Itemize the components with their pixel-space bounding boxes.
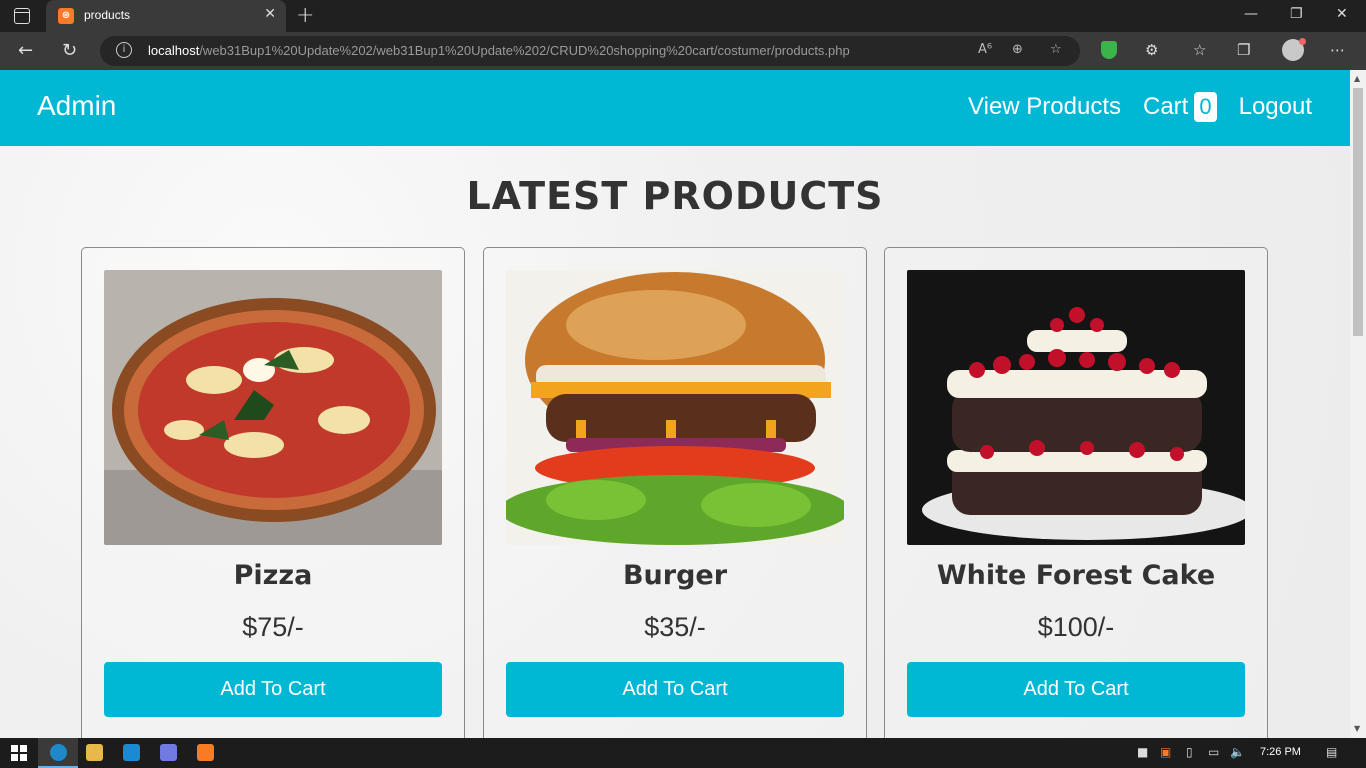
taskbar-xampp[interactable] <box>185 738 225 768</box>
zoom-icon[interactable]: ⊕ <box>1012 42 1023 57</box>
display-tray-icon[interactable]: ▭ <box>1208 745 1219 759</box>
folder-icon <box>86 744 103 761</box>
scroll-up-icon[interactable]: ▲ <box>1354 74 1360 83</box>
xampp-icon <box>197 744 214 761</box>
shield-extension-icon[interactable] <box>1101 41 1117 59</box>
add-to-cart-button[interactable]: Add To Cart <box>907 662 1245 717</box>
taskbar-clock[interactable]: 7:26 PM <box>1260 746 1301 758</box>
windows-start-icon[interactable] <box>11 745 27 761</box>
product-image-pizza <box>104 270 442 545</box>
site-info-icon[interactable]: i <box>116 42 132 58</box>
tab-actions-icon[interactable] <box>14 8 30 24</box>
product-price: $75/- <box>242 612 304 642</box>
back-icon[interactable]: ← <box>18 40 33 61</box>
address-bar[interactable]: i localhost/web31Bup1%20Update%202/web31… <box>100 36 1080 66</box>
close-window-icon[interactable]: ✕ <box>1336 6 1348 22</box>
product-price: $100/- <box>1037 612 1115 642</box>
more-menu-icon[interactable]: ⋯ <box>1330 41 1345 59</box>
notification-icon[interactable]: ▤ <box>1326 745 1337 759</box>
windows-taskbar: ■ ▣ ▯ ▭ 🔈 7:26 PM ▤ <box>0 738 1366 768</box>
taskbar-file-explorer[interactable] <box>74 738 114 768</box>
network-tray-icon[interactable]: ■ <box>1137 745 1148 759</box>
scroll-down-icon[interactable]: ▼ <box>1354 724 1360 733</box>
url-host: localhost <box>148 43 200 58</box>
cart-count-badge: 0 <box>1194 92 1217 122</box>
taskbar-app[interactable] <box>148 738 188 768</box>
product-image-white-forest-cake <box>907 270 1245 545</box>
product-card: Pizza $75/- Add To Cart <box>81 247 465 738</box>
page-title: LATEST PRODUCTS <box>466 174 884 218</box>
browser-tab-bar: ⊛ products ✕ + — ❐ ✕ <box>0 0 1366 32</box>
nav-cart-label: Cart <box>1143 93 1189 120</box>
product-image-burger <box>506 270 844 545</box>
site-header: Admin View Products Cart 0 Logout <box>0 70 1350 146</box>
xampp-favicon-icon: ⊛ <box>58 8 74 24</box>
product-card: Burger $35/- Add To Cart <box>483 247 867 738</box>
nav-logout[interactable]: Logout <box>1239 93 1312 121</box>
restore-icon[interactable]: ❐ <box>1290 6 1303 22</box>
refresh-icon[interactable]: ↻ <box>62 40 77 61</box>
product-price: $35/- <box>644 612 706 642</box>
close-tab-icon[interactable]: ✕ <box>264 6 276 22</box>
vscode-icon <box>123 744 140 761</box>
favorites-icon[interactable]: ☆ <box>1193 41 1206 59</box>
nav-view-products[interactable]: View Products <box>968 93 1121 121</box>
volume-icon[interactable]: 🔈 <box>1230 745 1245 759</box>
favorite-add-icon[interactable]: ☆ <box>1050 42 1062 57</box>
url-text[interactable]: localhost/web31Bup1%20Update%202/web31Bu… <box>148 43 850 58</box>
profile-avatar[interactable] <box>1282 38 1306 61</box>
usb-tray-icon[interactable]: ▯ <box>1186 745 1193 759</box>
add-to-cart-button[interactable]: Add To Cart <box>506 662 844 717</box>
site-logo[interactable]: Admin <box>37 90 116 122</box>
taskbar-vscode[interactable] <box>111 738 151 768</box>
url-path: /web31Bup1%20Update%202/web31Bup1%20Upda… <box>199 43 850 58</box>
scroll-thumb[interactable] <box>1353 88 1363 336</box>
taskbar-edge[interactable] <box>38 738 78 768</box>
read-aloud-icon[interactable]: A⁶ <box>978 42 992 57</box>
product-name: Pizza <box>233 560 313 591</box>
browser-tab[interactable]: ⊛ products ✕ <box>46 0 286 32</box>
product-card: White Forest Cake $100/- Add To Cart <box>884 247 1268 738</box>
page-scrollbar[interactable]: ▲ ▼ <box>1350 70 1366 738</box>
add-to-cart-button[interactable]: Add To Cart <box>104 662 442 717</box>
nav-cart[interactable]: Cart 0 <box>1143 92 1217 122</box>
xampp-tray-icon[interactable]: ▣ <box>1160 745 1171 759</box>
collections-icon[interactable]: ❐ <box>1237 41 1250 59</box>
tab-title: products <box>84 8 131 22</box>
extensions-icon[interactable]: ⚙ <box>1145 41 1158 59</box>
browser-toolbar: ← ↻ i localhost/web31Bup1%20Update%202/w… <box>0 32 1366 70</box>
page-viewport: Admin View Products Cart 0 Logout LATEST… <box>0 70 1350 738</box>
product-name: White Forest Cake <box>936 560 1216 591</box>
new-tab-icon[interactable]: + <box>296 3 314 28</box>
edge-icon <box>50 744 67 761</box>
product-name: Burger <box>622 560 728 591</box>
site-nav: View Products Cart 0 Logout <box>968 92 1312 122</box>
minimize-icon[interactable]: — <box>1244 6 1258 22</box>
app-icon <box>160 744 177 761</box>
